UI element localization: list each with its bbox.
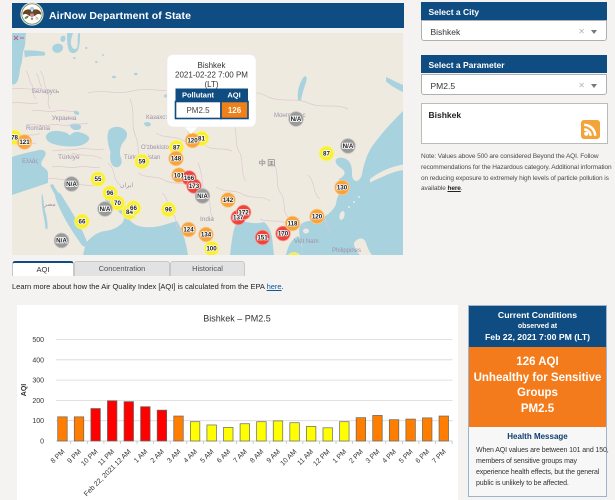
svg-text:66: 66 <box>79 219 86 226</box>
svg-text:170: 170 <box>278 231 289 238</box>
svg-text:Pollutant: Pollutant <box>182 91 215 100</box>
svg-text:55: 55 <box>95 176 102 183</box>
svg-text:Беларусь: Беларусь <box>32 88 59 95</box>
svg-text:N/A: N/A <box>66 181 77 188</box>
svg-text:2021-02-22 7:00 PM: 2021-02-22 7:00 PM <box>175 71 248 80</box>
svg-text:78: 78 <box>12 135 18 142</box>
svg-text:Philippines: Philippines <box>332 248 361 254</box>
svg-text:134: 134 <box>201 232 212 239</box>
svg-text:173: 173 <box>189 183 200 190</box>
svg-text:Việt Nam: Việt Nam <box>294 239 319 245</box>
svg-text:400: 400 <box>32 357 44 364</box>
svg-text:96: 96 <box>107 190 114 197</box>
svg-text:87: 87 <box>323 151 330 158</box>
svg-text:172: 172 <box>238 210 249 217</box>
svg-text:130: 130 <box>337 185 348 192</box>
svg-text:96: 96 <box>165 207 172 214</box>
svg-text:0: 0 <box>40 439 44 446</box>
svg-text:66: 66 <box>130 205 137 212</box>
svg-text:India: India <box>200 216 214 223</box>
svg-text:O'zbekiston: O'zbekiston <box>141 145 172 151</box>
svg-text:مصر: مصر <box>43 202 56 208</box>
svg-text:81: 81 <box>198 136 205 143</box>
svg-text:120: 120 <box>187 138 198 145</box>
svg-text:ايران: ايران <box>120 182 133 189</box>
svg-text:PM2.5: PM2.5 <box>186 106 210 115</box>
svg-text:(LT): (LT) <box>204 80 218 89</box>
svg-text:Ελλάς: Ελλάς <box>22 158 38 165</box>
svg-text:166: 166 <box>184 175 195 182</box>
svg-text:N/A: N/A <box>100 206 111 213</box>
svg-text:300: 300 <box>32 378 44 385</box>
svg-text:România: România <box>26 126 51 132</box>
svg-text:Türkiye: Türkiye <box>58 154 80 161</box>
svg-text:Украина: Украина <box>52 115 77 122</box>
svg-text:N/A: N/A <box>343 143 354 150</box>
svg-text:87: 87 <box>173 145 180 152</box>
svg-text:AQI: AQI <box>227 91 240 100</box>
svg-text:126: 126 <box>228 106 242 115</box>
svg-text:142: 142 <box>223 197 234 204</box>
svg-text:148: 148 <box>171 156 182 163</box>
svg-text:120: 120 <box>312 214 323 221</box>
svg-text:Bishkek: Bishkek <box>197 61 226 70</box>
svg-text:124: 124 <box>183 227 194 234</box>
svg-text:59: 59 <box>139 159 146 166</box>
svg-text:Bishkek – PM2.5: Bishkek – PM2.5 <box>203 314 271 324</box>
svg-text:121: 121 <box>19 139 30 146</box>
svg-text:70: 70 <box>114 200 121 207</box>
svg-text:500: 500 <box>32 337 44 344</box>
svg-text:AQI: AQI <box>21 384 28 397</box>
svg-text:N/A: N/A <box>291 116 302 123</box>
svg-text:100: 100 <box>32 418 44 425</box>
svg-text:N/A: N/A <box>56 238 67 245</box>
svg-text:200: 200 <box>32 398 44 405</box>
svg-text:100: 100 <box>206 246 217 253</box>
svg-text:118: 118 <box>288 221 299 228</box>
svg-text:151: 151 <box>257 235 268 242</box>
svg-text:N/A: N/A <box>197 193 208 200</box>
